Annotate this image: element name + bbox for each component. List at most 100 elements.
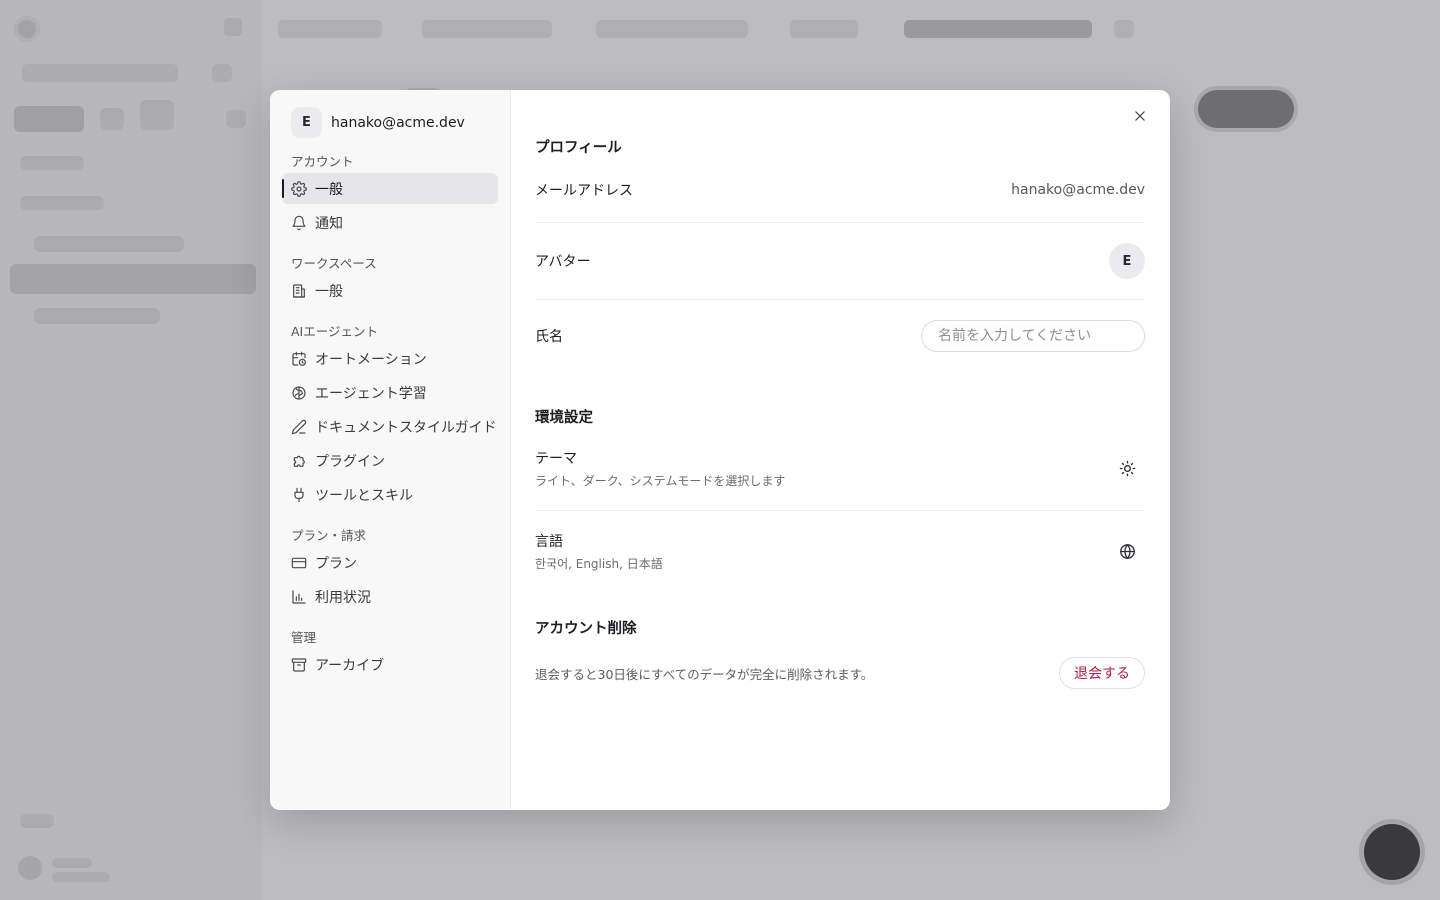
background-tab-active [904,20,1092,38]
delete-account-description: 退会すると30日後にすべてのデータが完全に削除されます。 [535,666,874,682]
sidebar-item-agent-learning[interactable]: エージェント学習 [282,377,498,408]
background-user-name [52,858,92,868]
sidebar-item-label: プラン [315,555,357,572]
gear-icon [291,180,307,197]
close-icon [1133,109,1147,123]
sidebar-item-notifications[interactable]: 通知 [282,207,498,238]
settings-content: プロフィール メールアドレス hanako@acme.dev アバター E 氏名… [511,90,1170,810]
sidebar-item-label: プラグイン [315,453,385,470]
sidebar-item-label: 一般 [315,283,343,300]
background-user-plan [52,872,110,882]
nav-group-admin-label: 管理 [291,630,317,645]
background-section-label [20,156,84,170]
name-input[interactable] [921,320,1145,352]
background-tab-bar [262,0,1440,58]
background-list-item [34,308,160,324]
background-help-button [1364,824,1420,880]
delete-account-button[interactable]: 退会する [1059,657,1145,689]
background-user-avatar [18,856,42,880]
avatar-label: アバター [535,254,591,270]
archive-icon [291,657,307,673]
theme-label: テーマ [535,451,577,467]
background-search-bar [22,64,178,82]
settings-sidebar: E hanako@acme.dev アカウント 一般 通知 ワークスペース 一般… [270,90,511,810]
brain-icon [291,385,307,401]
sidebar-item-account-general[interactable]: 一般 [282,173,498,204]
language-row: 言語 한국어, English, 日本語 [535,511,1145,591]
puzzle-icon [291,453,307,469]
background-list-item-selected [10,264,256,294]
sidebar-item-label: 一般 [315,181,343,198]
avatar-row: アバター E [535,223,1145,300]
sidebar-item-plugins[interactable]: プラグイン [282,445,498,476]
nav-group-ai-agent-label: AIエージェント [291,324,378,339]
nav-group-billing-label: プラン・請求 [291,528,367,543]
background-tab-close-icon [1114,20,1134,38]
theme-description: ライト、ダーク、システムモードを選択します [535,474,786,488]
user-email: hanako@acme.dev [331,114,465,131]
sidebar-item-label: ドキュメントスタイルガイド [315,419,497,436]
app-logo-icon [14,16,40,42]
calendar-clock-icon [291,351,307,367]
sidebar-item-label: エージェント学習 [315,385,427,402]
background-footer-label [20,814,54,828]
close-button[interactable] [1130,106,1150,126]
background-section-label [20,196,104,210]
sidebar-item-label: ツールとスキル [315,487,413,504]
sidebar-item-document-style-guide[interactable]: ドキュメントスタイルガイド [282,411,498,442]
sidebar-item-automation[interactable]: オートメーション [282,343,498,374]
theme-toggle-button[interactable] [1109,451,1145,487]
user-avatar: E [291,107,322,138]
sidebar-item-label: アーカイブ [315,657,385,674]
sidebar-item-plan[interactable]: プラン [282,547,498,578]
profile-section-title: プロフィール [535,140,622,156]
bar-chart-icon [291,589,307,605]
background-tab [422,20,552,38]
name-row: 氏名 [535,300,1145,372]
background-tab [790,20,858,38]
background-edit-icon [140,100,174,130]
theme-row: テーマ ライト、ダーク、システムモードを選択します [535,427,1145,511]
sidebar-item-label: 利用状況 [315,589,371,606]
language-text: 言語 한국어, English, 日本語 [535,531,663,572]
globe-icon [1119,543,1136,560]
background-tab [278,20,382,38]
background-new-button [14,106,84,132]
background-primary-button [1198,90,1294,128]
name-label: 氏名 [535,329,563,345]
sidebar-collapse-icon [224,18,242,36]
sidebar-item-label: 通知 [315,215,343,232]
sidebar-item-usage[interactable]: 利用状況 [282,581,498,612]
email-label: メールアドレス [535,182,633,199]
sidebar-item-tools-skills[interactable]: ツールとスキル [282,479,498,510]
user-account-header: E hanako@acme.dev [291,106,498,139]
credit-card-icon [291,555,307,571]
background-filter-icon [212,64,232,82]
email-value: hanako@acme.dev [1011,181,1145,198]
nav-group-workspace-label: ワークスペース [291,256,377,271]
theme-text: テーマ ライト、ダーク、システムモードを選択します [535,448,785,489]
sidebar-item-workspace-general[interactable]: 一般 [282,275,498,306]
bell-icon [291,215,307,231]
building-icon [291,283,307,299]
settings-modal: E hanako@acme.dev アカウント 一般 通知 ワークスペース 一般… [270,90,1170,810]
background-tab [596,20,748,38]
avatar[interactable]: E [1109,243,1145,279]
background-more-icon [226,110,246,128]
language-description: 한국어, English, 日本語 [535,556,663,571]
pen-icon [291,419,307,435]
delete-account-row: 退会すると30日後にすべてのデータが完全に削除されます。 退会する [535,638,1145,708]
background-sidebar [0,0,262,900]
background-action-icon [100,108,124,130]
sidebar-item-archive[interactable]: アーカイブ [282,649,498,680]
nav-group-account-label: アカウント [291,154,354,169]
language-select-button[interactable] [1109,533,1145,569]
plug-icon [291,487,307,503]
delete-account-section-title: アカウント削除 [535,621,637,637]
background-list-item [34,236,184,252]
preferences-section-title: 環境設定 [535,410,593,426]
email-row: メールアドレス hanako@acme.dev [535,157,1145,223]
sidebar-item-label: オートメーション [315,351,427,368]
language-label: 言語 [535,533,563,550]
sun-icon [1119,460,1136,477]
